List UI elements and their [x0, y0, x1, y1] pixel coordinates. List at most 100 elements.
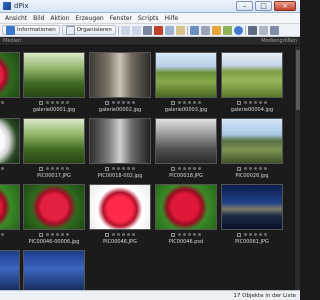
maximize-button[interactable]: □	[255, 1, 272, 11]
rating-dot[interactable]	[264, 101, 267, 104]
select-checkbox[interactable]	[237, 233, 241, 237]
select-checkbox[interactable]	[237, 101, 241, 105]
rating-dot[interactable]	[193, 167, 196, 170]
rating-dot[interactable]	[178, 233, 181, 236]
rating-dot[interactable]	[46, 233, 49, 236]
rating-dot[interactable]	[132, 101, 135, 104]
resize-icon[interactable]	[200, 25, 210, 35]
menu-window[interactable]: Fenster	[107, 15, 135, 22]
rating-dot[interactable]	[259, 167, 262, 170]
rating-dot[interactable]	[51, 167, 54, 170]
rating-dot[interactable]	[66, 233, 69, 236]
close-button[interactable]: ×	[274, 1, 296, 11]
rating-dot[interactable]	[244, 233, 247, 236]
rating-dot[interactable]	[178, 101, 181, 104]
rating-dot[interactable]	[127, 101, 130, 104]
rating-dot[interactable]	[122, 167, 125, 170]
filter-icon[interactable]	[222, 25, 232, 35]
thumbnail-item[interactable]	[21, 248, 87, 290]
thumbnail-image[interactable]	[89, 118, 151, 164]
rating-dot[interactable]	[264, 233, 267, 236]
thumbnail-item[interactable]: PIC00046.JPG	[87, 182, 153, 246]
rating-dot[interactable]	[122, 233, 125, 236]
rating-dot[interactable]	[178, 167, 181, 170]
rating-dot[interactable]	[66, 167, 69, 170]
thumbnail-item[interactable]: PIC00018.JPG	[153, 116, 219, 180]
thumbnail-item[interactable]: galerie00003.jpg	[153, 50, 219, 114]
menu-view[interactable]: Ansicht	[2, 15, 30, 22]
scrollbar-thumb[interactable]	[296, 50, 300, 110]
rating-dot[interactable]	[56, 167, 59, 170]
crop-icon[interactable]	[142, 25, 152, 35]
color-icon[interactable]	[211, 25, 221, 35]
thumbnail-item[interactable]: PIC00017.JPG	[21, 116, 87, 180]
menu-action[interactable]: Aktion	[47, 15, 72, 22]
rating-dot[interactable]	[259, 233, 262, 236]
rating-dot[interactable]	[127, 233, 130, 236]
select-checkbox[interactable]	[105, 101, 109, 105]
rating-dot[interactable]	[198, 167, 201, 170]
thumbnail-item[interactable]	[0, 50, 22, 114]
rating-dot[interactable]	[46, 167, 49, 170]
thumbnail-image[interactable]	[0, 250, 20, 290]
thumbnail-image[interactable]	[0, 52, 20, 98]
select-checkbox[interactable]	[39, 101, 43, 105]
rating-dot[interactable]	[56, 233, 59, 236]
rating-dot[interactable]	[259, 101, 262, 104]
rating-dot[interactable]	[122, 101, 125, 104]
thumbnail-image[interactable]	[0, 118, 20, 164]
rotate-icon[interactable]	[189, 25, 199, 35]
thumbnail-item[interactable]: PIC00046.psd	[153, 182, 219, 246]
rating-dot[interactable]	[254, 101, 257, 104]
rating-dot[interactable]	[183, 101, 186, 104]
slideshow-icon[interactable]	[247, 25, 257, 35]
rating-dot[interactable]	[51, 233, 54, 236]
thumbnail-image[interactable]	[221, 52, 283, 98]
rating-dot[interactable]	[66, 101, 69, 104]
rating-dot[interactable]	[183, 167, 186, 170]
rating-dot[interactable]	[193, 101, 196, 104]
thumbnail-item[interactable]: PIC00061.JPG	[219, 182, 285, 246]
thumbnail-item[interactable]	[0, 248, 22, 290]
select-checkbox[interactable]	[237, 167, 241, 171]
select-checkbox[interactable]	[105, 167, 109, 171]
rating-dot[interactable]	[1, 101, 4, 104]
rating-dot[interactable]	[264, 167, 267, 170]
thumbnail-image[interactable]	[89, 184, 151, 230]
rating-dot[interactable]	[117, 233, 120, 236]
organize-button[interactable]: Organisieren	[61, 25, 116, 35]
thumbnail-image[interactable]	[221, 118, 283, 164]
select-checkbox[interactable]	[171, 167, 175, 171]
thumbnail-image[interactable]	[155, 52, 217, 98]
redo-icon[interactable]	[131, 25, 141, 35]
thumbnail-item[interactable]: PIC00018-002.jpg	[87, 116, 153, 180]
thumbnail-image[interactable]	[155, 118, 217, 164]
copy-icon[interactable]	[164, 25, 174, 35]
thumbnail-item[interactable]: galerie00002.jpg	[87, 50, 153, 114]
menu-help[interactable]: Hilfe	[162, 15, 182, 22]
rating-dot[interactable]	[61, 167, 64, 170]
rating-dot[interactable]	[132, 167, 135, 170]
select-checkbox[interactable]	[39, 167, 43, 171]
rating-dot[interactable]	[112, 167, 115, 170]
select-checkbox[interactable]	[105, 233, 109, 237]
rating-dot[interactable]	[1, 233, 4, 236]
thumbnail-image[interactable]	[221, 184, 283, 230]
thumbnail-image[interactable]	[23, 52, 85, 98]
rating-dot[interactable]	[1, 167, 4, 170]
thumbnail-image[interactable]	[23, 250, 85, 290]
rating-dot[interactable]	[51, 101, 54, 104]
rating-dot[interactable]	[132, 233, 135, 236]
rating-dot[interactable]	[188, 233, 191, 236]
thumbnail-item[interactable]: galerie00001.jpg	[21, 50, 87, 114]
rating-dot[interactable]	[188, 101, 191, 104]
rating-dot[interactable]	[244, 167, 247, 170]
thumbnail-item[interactable]: galerie00004.jpg	[219, 50, 285, 114]
thumbnail-image[interactable]	[89, 52, 151, 98]
thumbnail-image[interactable]	[23, 118, 85, 164]
rating-dot[interactable]	[117, 101, 120, 104]
select-checkbox[interactable]	[39, 233, 43, 237]
web-icon[interactable]	[233, 25, 243, 35]
thumbnail-image[interactable]	[23, 184, 85, 230]
rating-dot[interactable]	[254, 233, 257, 236]
